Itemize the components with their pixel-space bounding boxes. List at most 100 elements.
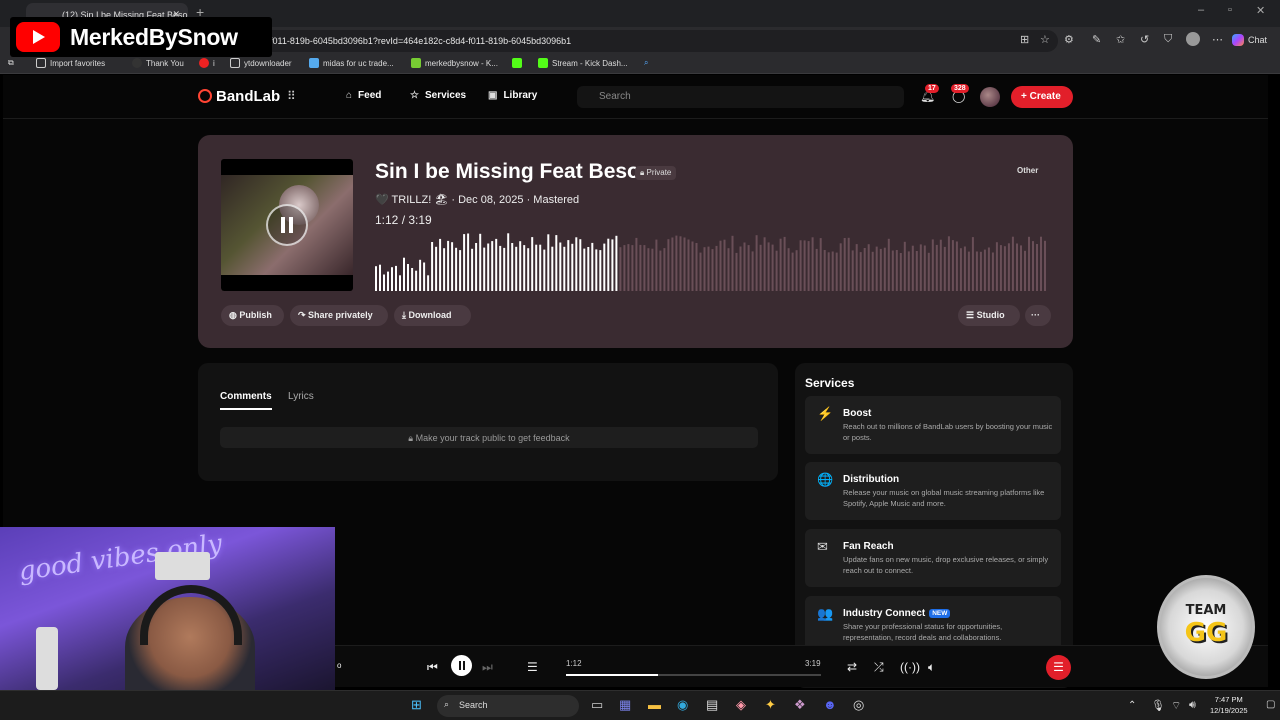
file-explorer-icon[interactable]: ▬ xyxy=(648,697,661,712)
waveform-bar xyxy=(895,250,898,291)
publish-button[interactable]: ◍ Publish xyxy=(221,305,284,326)
waveform-bar xyxy=(855,244,858,291)
player-current-time: 1:12 xyxy=(566,659,582,668)
service-boost[interactable]: ⚡ Boost Reach out to millions of BandLab… xyxy=(805,396,1061,454)
waveform-bar-played xyxy=(527,248,530,291)
mic-icon[interactable]: 🎙︎ xyxy=(1151,699,1165,712)
profile-avatar-icon[interactable] xyxy=(1186,32,1200,46)
favorite-star-icon[interactable]: ☆ xyxy=(1040,33,1050,46)
history-icon[interactable]: ↺ xyxy=(1140,33,1149,46)
share-icon: ↷ xyxy=(298,310,309,320)
player-menu-button[interactable]: ☰ xyxy=(1046,655,1071,680)
shuffle-icon[interactable]: ⤮ xyxy=(874,660,884,675)
bookmark-item[interactable]: merkedbysnow - K... xyxy=(411,58,498,68)
waveform-bar-played xyxy=(471,248,474,291)
notifications-icon[interactable]: ▢ xyxy=(1266,699,1275,710)
tab-comments[interactable]: Comments xyxy=(220,391,272,402)
waveform-bar xyxy=(1028,236,1030,291)
apps-grid-icon[interactable]: ⠿ xyxy=(287,89,296,103)
shield-icon[interactable]: ⛉ xyxy=(1164,33,1172,46)
waveform-bar xyxy=(719,240,722,291)
service-fan-reach[interactable]: ✉ Fan Reach Update fans on new music, dr… xyxy=(805,529,1061,587)
nav-services[interactable]: ☆ Services xyxy=(410,90,466,101)
waveform-bar xyxy=(959,248,962,291)
waveform[interactable] xyxy=(375,229,1048,291)
bookmarks-bar: ⧉ Import favorites Thank You i ytdownloa… xyxy=(0,54,1280,74)
waveform-bar-played xyxy=(455,247,458,291)
minimize-icon[interactable]: – xyxy=(1198,4,1204,16)
download-button[interactable]: ⤓ Download xyxy=(394,305,471,326)
player-pause-icon[interactable] xyxy=(451,655,472,676)
service-name: Industry Connect NEW xyxy=(843,608,951,619)
app-icon[interactable]: ❖ xyxy=(794,697,806,713)
waveform-bar-played xyxy=(599,250,602,291)
waveform-bar xyxy=(939,239,942,291)
waveform-bar xyxy=(823,250,826,291)
bookmark-item[interactable]: Stream - Kick Dash... xyxy=(538,58,628,68)
bookmark-item[interactable]: Thank You xyxy=(132,58,184,68)
app-available-icon[interactable]: ⊞ xyxy=(1020,33,1029,46)
search-input[interactable]: Search xyxy=(577,86,904,108)
copilot-icon[interactable]: ✦ xyxy=(765,697,776,713)
bookmark-item[interactable]: i xyxy=(199,58,215,68)
waveform-bar-played xyxy=(523,245,526,291)
teams-icon[interactable]: ▦ xyxy=(619,697,631,713)
pause-icon[interactable] xyxy=(266,204,308,246)
bookmark-item[interactable]: ytdownloader xyxy=(230,58,292,68)
channel-name: MerkedBySnow xyxy=(70,23,238,50)
bandlab-logo[interactable]: BandLab xyxy=(198,88,280,105)
service-distribution[interactable]: 🌐 Distribution Release your music on glo… xyxy=(805,462,1061,520)
bookmark-kick-icon[interactable] xyxy=(512,58,526,68)
chrome-icon[interactable]: ◎ xyxy=(853,697,864,713)
extension-icon[interactable]: ✎ xyxy=(1092,33,1101,46)
volume-icon[interactable]: 🔊︎ xyxy=(1189,699,1196,712)
edge-icon[interactable]: ◉ xyxy=(677,697,688,713)
close-window-icon[interactable]: ✕ xyxy=(1256,4,1265,17)
store-icon[interactable]: ▤ xyxy=(706,697,718,713)
bookmark-search-icon[interactable]: ⌕ xyxy=(644,58,648,68)
bookmark-menu-icon[interactable]: ⧉ xyxy=(8,58,14,68)
nav-library[interactable]: ▣ Library xyxy=(488,90,537,101)
waveform-bar-played xyxy=(415,270,418,291)
nav-feed[interactable]: ⌂ Feed xyxy=(346,90,381,101)
windows-start-icon[interactable]: ⊞ xyxy=(411,697,422,713)
discord-icon[interactable]: ☻ xyxy=(823,697,837,712)
user-avatar[interactable] xyxy=(980,87,1000,107)
tab-lyrics[interactable]: Lyrics xyxy=(288,391,314,402)
more-options-button[interactable]: ··· xyxy=(1025,305,1051,326)
app-icon[interactable]: ◈ xyxy=(736,697,746,713)
player-progress-fill xyxy=(566,674,659,676)
waveform-bar xyxy=(671,237,674,291)
maximize-icon[interactable]: ▫ xyxy=(1228,4,1232,16)
task-view-icon[interactable]: ▭ xyxy=(591,697,603,713)
waveform-bar xyxy=(827,252,830,291)
track-cover-art[interactable] xyxy=(221,159,353,291)
previous-track-icon[interactable]: ⏮ xyxy=(427,660,438,675)
next-track-icon[interactable]: ⏭ xyxy=(482,660,493,675)
url-field[interactable]: f011-819b-6045bd3096b1?revId=464e182c-c8… xyxy=(262,30,1058,52)
taskbar-search[interactable]: ⌕ Search xyxy=(437,695,579,717)
bookmark-item[interactable]: midas for uc trade... xyxy=(309,58,394,68)
cover-letterbox-bottom xyxy=(221,275,353,291)
more-menu-icon[interactable]: ⋯ xyxy=(1212,33,1223,46)
favorites-icon[interactable]: ✩ xyxy=(1116,33,1125,46)
waveform-bar xyxy=(807,241,810,291)
repeat-icon[interactable]: ⇄ xyxy=(847,660,857,674)
create-button[interactable]: + Create xyxy=(1011,86,1073,108)
bookmark-item[interactable]: Import favorites xyxy=(36,58,105,68)
broadcast-icon[interactable]: ((·)) xyxy=(900,660,920,674)
waveform-bar-played xyxy=(507,233,510,291)
share-privately-button[interactable]: ↷ Share privately xyxy=(290,305,388,326)
queue-icon[interactable]: ☰ xyxy=(527,660,538,674)
url-text: f011-819b-6045bd3096b1?revId=464e182c-c8… xyxy=(270,36,572,46)
windows-taskbar: ⊞ ⌕ Search ▭ ▦ ▬ ◉ ▤ ◈ ✦ ❖ ☻ ◎ ⌃ 🎙︎ ⌔ 🔊︎ … xyxy=(0,690,1280,720)
waveform-bar xyxy=(703,247,706,291)
volume-icon[interactable]: 🔈︎ xyxy=(928,660,935,675)
taskbar-clock[interactable]: 7:47 PM 12/19/2025 xyxy=(1210,694,1248,716)
studio-button[interactable]: ☰ Studio xyxy=(958,305,1020,326)
extensions-icon[interactable]: ⚙ xyxy=(1064,33,1074,46)
copilot-chat-button[interactable]: Chat xyxy=(1232,31,1267,49)
genre-tag[interactable]: Other xyxy=(1017,166,1038,175)
tray-chevron-icon[interactable]: ⌃ xyxy=(1128,700,1136,711)
wifi-icon[interactable]: ⌔ xyxy=(1171,699,1181,713)
